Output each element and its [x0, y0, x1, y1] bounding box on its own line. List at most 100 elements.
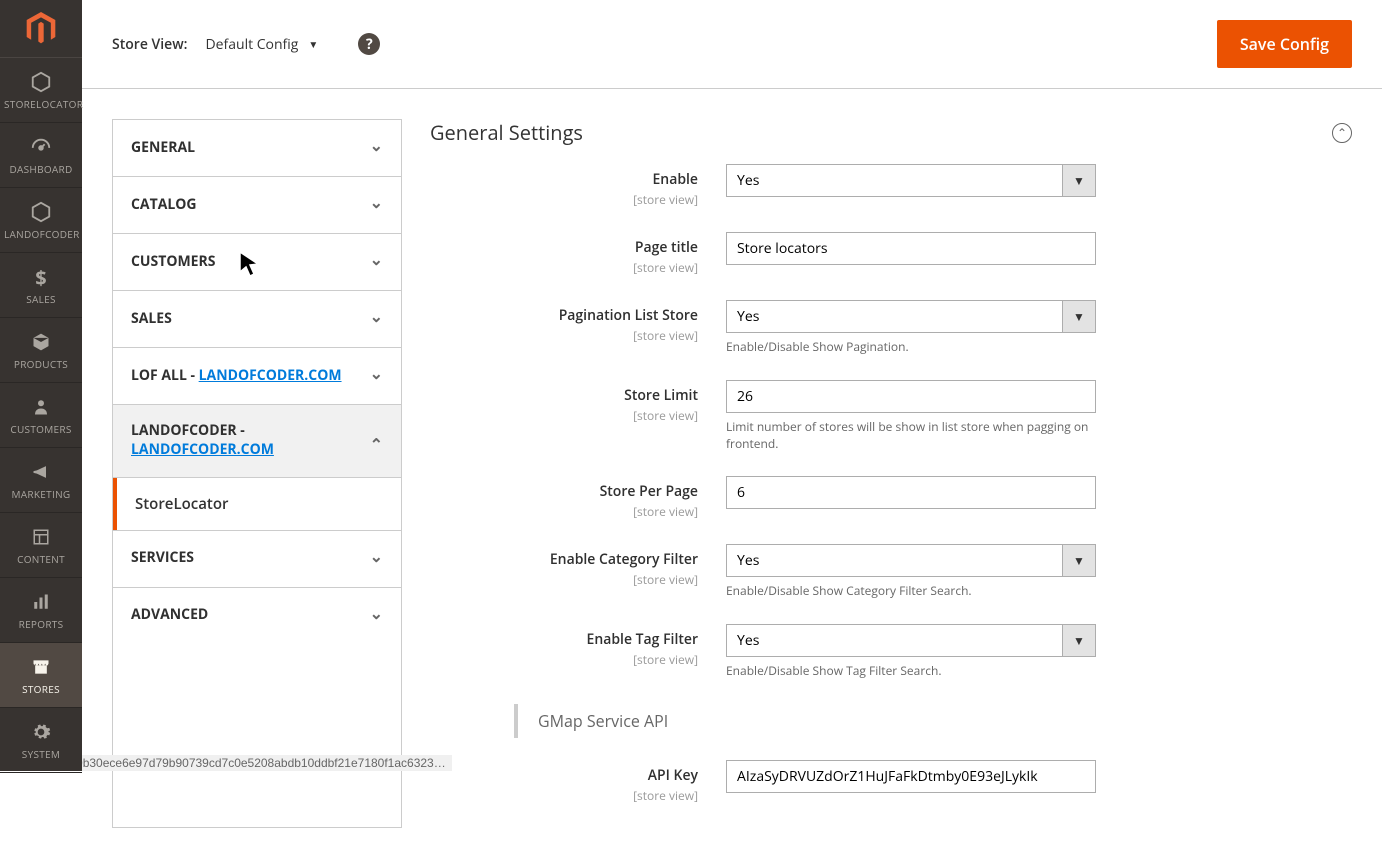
scope-label: [store view]	[430, 407, 698, 424]
panel-title: General Settings	[430, 119, 583, 146]
section-title: SERVICES	[131, 549, 204, 568]
section-title: ADVANCED	[131, 606, 218, 625]
field-label: Enable	[652, 170, 698, 189]
field-hint: Enable/Disable Show Category Filter Sear…	[726, 583, 1096, 600]
field-label: Page title	[635, 238, 698, 257]
nav-content[interactable]: Content	[0, 513, 82, 578]
field-page-title: Page title [store view]	[430, 232, 1352, 276]
section-title: CUSTOMERS	[131, 253, 225, 272]
nav-landofcoder[interactable]: Landofcoder	[0, 188, 82, 253]
tag-filter-select[interactable]: Yes	[726, 624, 1062, 657]
scope-label: [store view]	[430, 503, 698, 520]
nav-label: Storelocator	[4, 97, 78, 111]
section-prefix: LANDOFCODER -	[131, 421, 245, 440]
nav-label: Marketing	[4, 487, 78, 501]
save-config-button[interactable]: Save Config	[1217, 20, 1352, 68]
page-title-input[interactable]	[726, 232, 1096, 265]
gauge-icon	[4, 134, 78, 160]
nav-sales[interactable]: $ Sales	[0, 253, 82, 318]
field-per-page: Store Per Page [store view]	[430, 476, 1352, 520]
scope-label: [store view]	[430, 259, 698, 276]
field-label: API Key	[648, 766, 698, 785]
layout-icon	[4, 524, 78, 550]
store-view-label: Store View:	[112, 35, 187, 54]
help-icon[interactable]: ?	[358, 33, 380, 55]
config-section-general[interactable]: GENERAL	[113, 120, 401, 177]
config-section-customers[interactable]: CUSTOMERS	[113, 234, 401, 291]
nav-customers[interactable]: Customers	[0, 383, 82, 448]
config-section-catalog[interactable]: CATALOG	[113, 177, 401, 234]
config-section-advanced[interactable]: ADVANCED	[113, 588, 401, 644]
scope-label: [store view]	[430, 651, 698, 668]
config-section-landofcoder[interactable]: LANDOFCODER - LANDOFCODER.COM	[113, 405, 401, 478]
magento-logo-icon	[24, 12, 58, 46]
subsection-title: GMap Service API	[538, 710, 668, 732]
nav-reports[interactable]: Reports	[0, 578, 82, 643]
config-subitem-storelocator[interactable]: StoreLocator	[113, 478, 401, 530]
nav-dashboard[interactable]: Dashboard	[0, 123, 82, 188]
chevron-up-icon	[370, 430, 383, 452]
caret-down-icon: ▼	[1062, 624, 1096, 657]
field-enable: Enable [store view] Yes ▼	[430, 164, 1352, 208]
field-label: Pagination List Store	[559, 306, 698, 325]
section-title: LOF ALL - LANDOFCODER.COM	[131, 367, 352, 386]
config-section-sales[interactable]: SALES	[113, 291, 401, 348]
field-hint: Enable/Disable Show Pagination.	[726, 339, 1096, 356]
section-link: LANDOFCODER.COM	[199, 366, 342, 385]
field-category-filter: Enable Category Filter [store view] Yes …	[430, 544, 1352, 600]
enable-select[interactable]: Yes	[726, 164, 1062, 197]
field-pagination: Pagination List Store [store view] Yes ▼…	[430, 300, 1352, 356]
admin-sidebar: Storelocator Dashboard Landofcoder $ Sal…	[0, 0, 82, 771]
field-label: Store Limit	[624, 386, 698, 405]
per-page-input[interactable]	[726, 476, 1096, 509]
section-title: LANDOFCODER - LANDOFCODER.COM	[131, 422, 370, 460]
nav-system[interactable]: System	[0, 708, 82, 773]
field-store-limit: Store Limit [store view] Limit number of…	[430, 380, 1352, 453]
field-tag-filter: Enable Tag Filter [store view] Yes ▼ Ena…	[430, 624, 1352, 680]
nav-label: Stores	[4, 682, 78, 696]
nav-marketing[interactable]: Marketing	[0, 448, 82, 513]
field-label: Enable Category Filter	[550, 550, 698, 569]
magento-logo[interactable]	[0, 0, 82, 58]
pagination-select[interactable]: Yes	[726, 300, 1062, 333]
chevron-down-icon	[370, 548, 383, 570]
hexagon-icon	[4, 199, 78, 225]
nav-label: Dashboard	[4, 162, 78, 176]
store-view-selector[interactable]: Default Config ▼	[205, 35, 318, 54]
chevron-down-icon	[370, 137, 383, 159]
store-view-value: Default Config	[205, 35, 298, 54]
store-icon	[4, 654, 78, 680]
chevron-down-icon	[370, 365, 383, 387]
field-api-key: API Key [store view]	[430, 760, 1352, 804]
config-section-services[interactable]: SERVICES	[113, 530, 401, 588]
section-prefix: LOF ALL -	[131, 366, 199, 385]
person-icon	[4, 394, 78, 420]
bar-chart-icon	[4, 589, 78, 615]
nav-stores[interactable]: Stores	[0, 643, 82, 708]
field-label: Store Per Page	[600, 482, 698, 501]
config-section-lof-all[interactable]: LOF ALL - LANDOFCODER.COM	[113, 348, 401, 405]
nav-label: Sales	[4, 292, 78, 306]
top-bar: Store View: Default Config ▼ ? Save Conf…	[82, 0, 1382, 89]
api-key-input[interactable]	[726, 760, 1096, 793]
section-title: GENERAL	[131, 139, 205, 158]
caret-down-icon: ▼	[1062, 300, 1096, 333]
scope-label: [store view]	[430, 571, 698, 588]
nav-products[interactable]: Products	[0, 318, 82, 383]
store-limit-input[interactable]	[726, 380, 1096, 413]
caret-down-icon: ▼	[1062, 164, 1096, 197]
nav-storelocator[interactable]: Storelocator	[0, 58, 82, 123]
collapse-toggle-icon[interactable]: ⌃	[1332, 123, 1352, 143]
chevron-down-icon	[370, 605, 383, 627]
scope-label: [store view]	[430, 327, 698, 344]
caret-down-icon: ▼	[1062, 544, 1096, 577]
config-tabs-nav: GENERAL CATALOG CUSTOMERS SALES LOF ALL …	[112, 119, 402, 828]
nav-label: System	[4, 747, 78, 761]
dollar-icon: $	[4, 264, 78, 290]
chevron-down-icon	[370, 251, 383, 273]
bullhorn-icon	[4, 459, 78, 485]
box-icon	[4, 329, 78, 355]
main-content: GENERAL CATALOG CUSTOMERS SALES LOF ALL …	[82, 89, 1382, 858]
settings-panel: General Settings ⌃ Enable [store view] Y…	[430, 119, 1352, 828]
category-filter-select[interactable]: Yes	[726, 544, 1062, 577]
